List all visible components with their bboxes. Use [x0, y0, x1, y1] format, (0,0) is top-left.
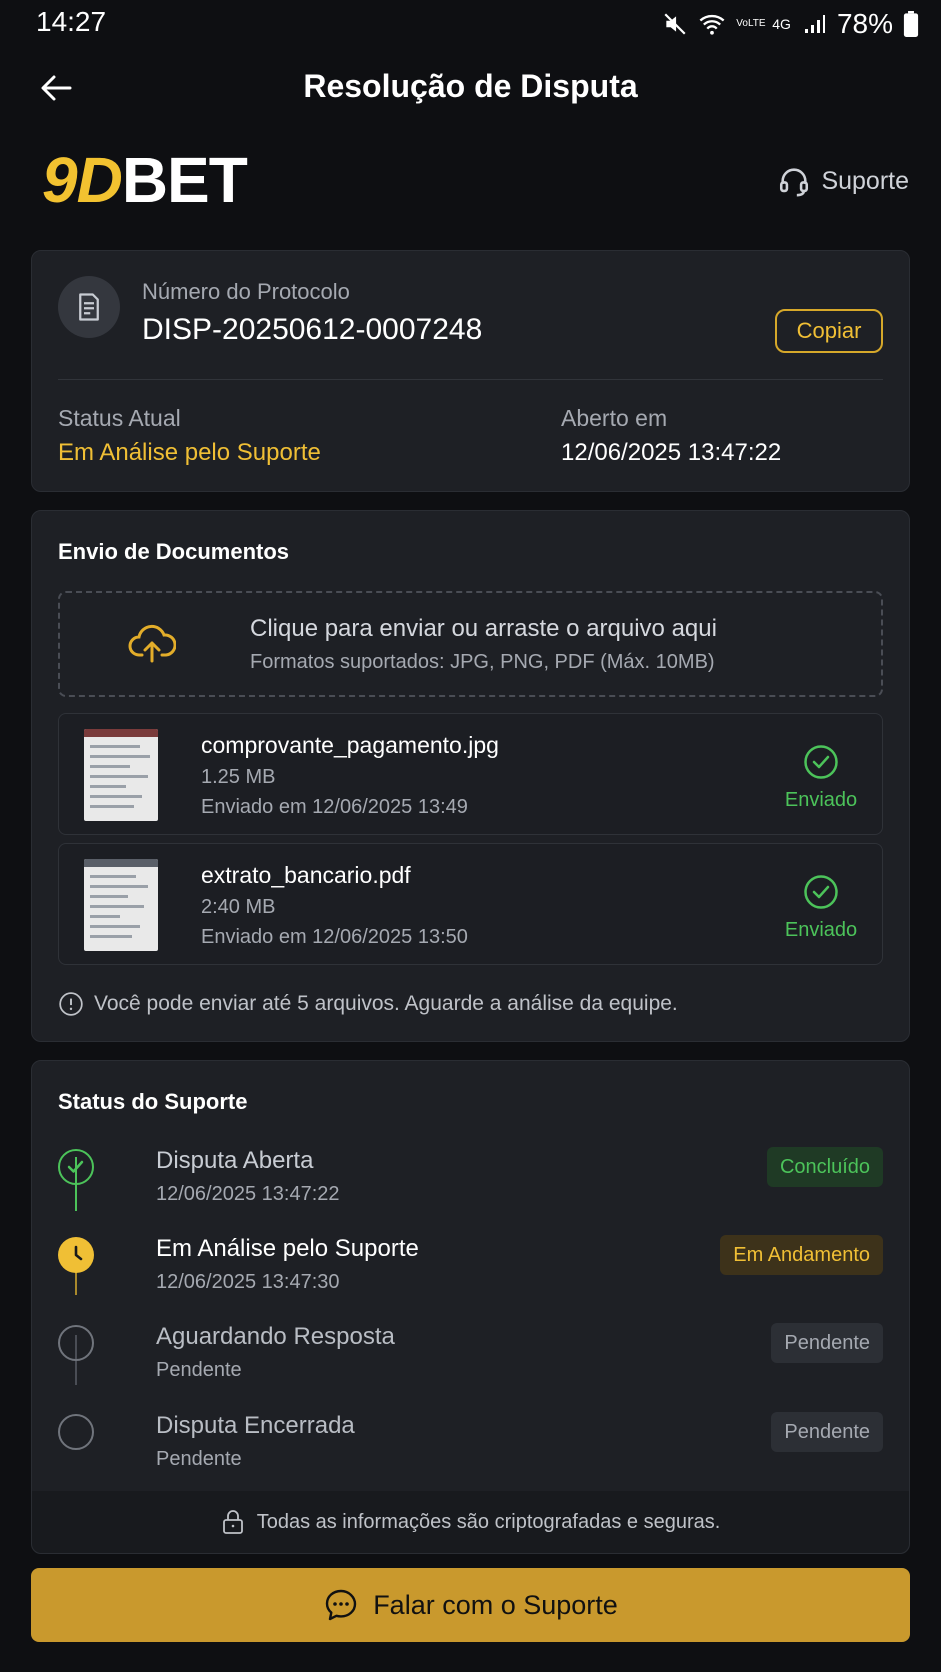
lock-icon [222, 1510, 243, 1534]
status-badge: Pendente [771, 1412, 883, 1452]
file-status: Enviado [776, 874, 866, 942]
check-icon [67, 1160, 84, 1173]
status-badge: Em Andamento [720, 1235, 883, 1275]
support-link[interactable]: Suporte [777, 164, 909, 198]
documents-title: Envio de Documentos [58, 539, 290, 564]
file-name: comprovante_pagamento.jpg [201, 732, 499, 758]
protocol-label: Número do Protocolo [142, 279, 350, 304]
app-root: 14:27 VoLTE 4G 78% Resolução de Disputa … [0, 0, 941, 1672]
headset-icon [780, 168, 809, 197]
document-icon-wrapper [58, 276, 120, 338]
file-status-label: Enviado [784, 789, 858, 811]
timeline-step-pending [58, 1414, 94, 1450]
brand-logo: 9D BET [42, 144, 248, 216]
chat-bubble-icon [325, 1589, 357, 1621]
copy-button[interactable]: Copiar [775, 309, 883, 353]
step-title: Disputa Encerrada [156, 1412, 355, 1439]
status-badge: Pendente [771, 1323, 883, 1363]
dropzone-formats: Formatos suportados: JPG, PNG, PDF (Máx.… [250, 651, 715, 673]
step-date: 12/06/2025 13:47:30 [156, 1271, 340, 1293]
timeline-step-active [58, 1237, 94, 1273]
file-item[interactable]: extrato_bancario.pdf 2:40 MB Enviado em … [58, 843, 883, 965]
protocol-card: Número do Protocolo DISP-20250612-000724… [31, 250, 910, 492]
mute-icon [664, 13, 686, 35]
status-bar: 14:27 VoLTE 4G 78% [0, 0, 941, 48]
logo-part-9d: 9D [42, 144, 123, 216]
protocol-number: DISP-20250612-0007248 [142, 313, 483, 346]
file-size: 1.25 MB [201, 766, 276, 788]
battery-icon [903, 11, 919, 37]
documents-card: Envio de Documentos Clique para enviar o… [31, 510, 910, 1042]
upload-note-text: Você pode enviar até 5 arquivos. Aguarde… [94, 992, 678, 1015]
support-status-title: Status do Suporte [58, 1089, 248, 1114]
file-status-label: Enviado [784, 919, 858, 941]
step-date: Pendente [156, 1448, 242, 1470]
check-circle-icon [804, 745, 838, 779]
talk-to-support-button[interactable]: Falar com o Suporte [31, 1568, 910, 1642]
status-icons: VoLTE 4G 78% [662, 8, 919, 40]
file-date: Enviado em 12/06/2025 13:49 [201, 796, 468, 818]
signal-icon [804, 15, 825, 33]
secure-note-text: Todas as informações são criptografadas … [256, 1510, 721, 1533]
upload-note: Você pode enviar até 5 arquivos. Aguarde… [58, 991, 678, 1017]
step-title: Aguardando Resposta [156, 1323, 395, 1350]
step-date: 12/06/2025 13:47:22 [156, 1183, 340, 1205]
status-badge: Concluído [766, 1147, 883, 1187]
check-circle-icon [804, 875, 838, 909]
battery-percent: 78% [836, 8, 893, 39]
timeline-step: Em Análise pelo Suporte 12/06/2025 13:47… [58, 1231, 883, 1311]
timeline-step-done [58, 1149, 94, 1185]
step-date: Pendente [156, 1359, 242, 1381]
upload-dropzone[interactable]: Clique para enviar ou arraste o arquivo … [58, 591, 883, 697]
status-label: Status Atual [58, 405, 181, 431]
support-label: Suporte [821, 166, 909, 195]
wifi-icon [699, 14, 725, 35]
info-icon [59, 992, 83, 1016]
talk-to-support-label: Falar com o Suporte [373, 1589, 618, 1620]
secure-note: Todas as informações são criptografadas … [32, 1491, 909, 1553]
file-item[interactable]: comprovante_pagamento.jpg 1.25 MB Enviad… [58, 713, 883, 835]
clock-icon [74, 1245, 83, 1261]
dropzone-title: Clique para enviar ou arraste o arquivo … [250, 615, 717, 642]
file-name: extrato_bancario.pdf [201, 862, 411, 888]
timeline-step-pending [58, 1325, 94, 1361]
timeline-step: Disputa Aberta 12/06/2025 13:47:22 Concl… [58, 1143, 883, 1223]
page-title: Resolução de Disputa [303, 68, 638, 104]
status-value: Em Análise pelo Suporte [58, 439, 321, 466]
cloud-upload-icon [128, 624, 176, 663]
logo-part-bet: BET [121, 144, 248, 216]
network-type-label: 4G [772, 16, 791, 32]
file-status: Enviado [776, 744, 866, 812]
timeline-step: Disputa Encerrada Pendente Pendente [58, 1408, 883, 1488]
file-size: 2:40 MB [201, 896, 276, 918]
volte-label: VoLTE [736, 18, 766, 29]
opened-value: 12/06/2025 13:47:22 [561, 439, 782, 466]
file-thumbnail [84, 729, 158, 821]
step-title: Disputa Aberta [156, 1147, 314, 1174]
opened-label: Aberto em [561, 405, 668, 431]
document-icon [79, 293, 99, 321]
file-date: Enviado em 12/06/2025 13:50 [201, 926, 468, 948]
timeline-step: Aguardando Resposta Pendente Pendente [58, 1319, 883, 1399]
divider [58, 379, 883, 380]
status-time: 14:27 [36, 6, 107, 37]
support-status-card: Status do Suporte Disputa Aberta 12/06/2… [31, 1060, 910, 1554]
step-title: Em Análise pelo Suporte [156, 1235, 419, 1262]
file-thumbnail [84, 859, 158, 951]
